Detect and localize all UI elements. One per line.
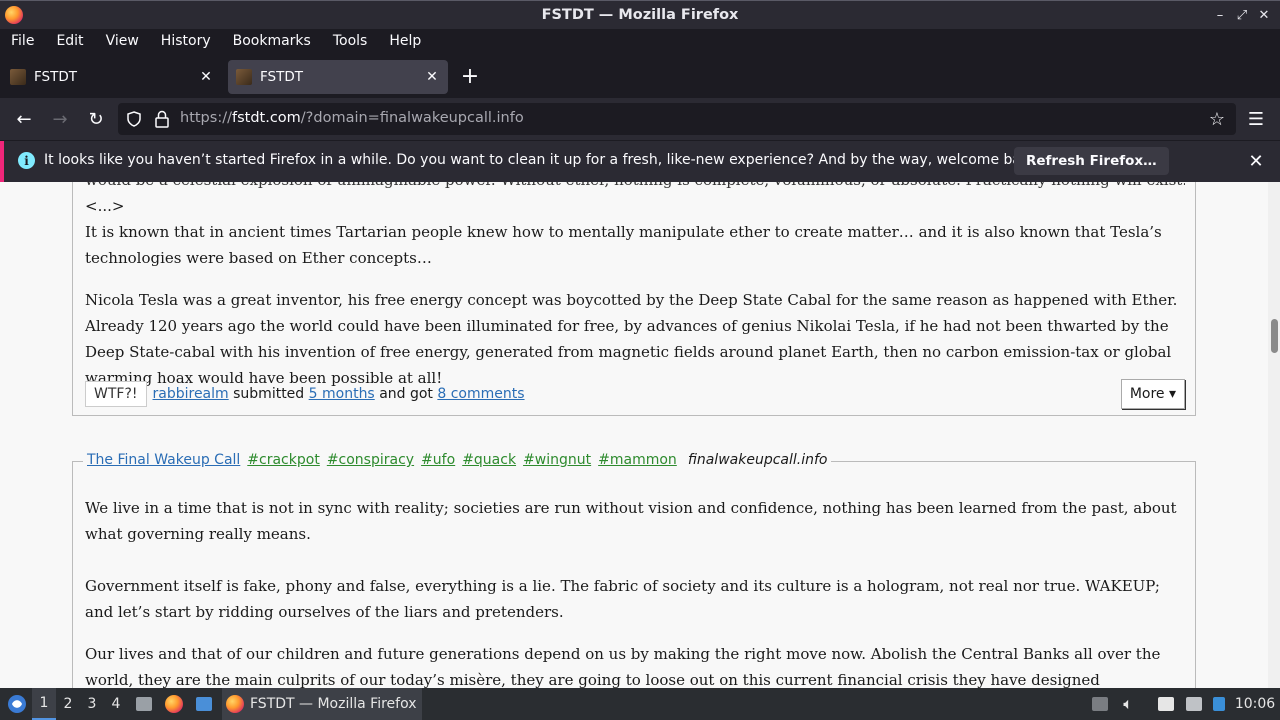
- start-menu-icon[interactable]: [4, 688, 30, 720]
- menu-help[interactable]: Help: [378, 33, 432, 49]
- close-notification-icon[interactable]: ✕: [1244, 149, 1268, 173]
- hamburger-menu-icon[interactable]: ☰: [1244, 107, 1268, 131]
- page-content: would be a celestial explosion of unimag…: [0, 182, 1268, 688]
- tab-2[interactable]: FSTDT ✕: [228, 60, 448, 94]
- workspace-2[interactable]: 2: [56, 688, 80, 720]
- tab-close-icon[interactable]: ✕: [196, 67, 216, 87]
- taskbar-firefox-task[interactable]: FSTDT — Mozilla Firefox: [222, 688, 422, 720]
- tab-close-icon[interactable]: ✕: [422, 67, 442, 87]
- url-bar[interactable]: https://fstdt.com/?domain=finalwakeupcal…: [118, 103, 1236, 135]
- post-paragraph: Our lives and that of our children and f…: [85, 645, 1161, 688]
- tray-indicator-icon[interactable]: [1090, 688, 1110, 720]
- menu-edit[interactable]: Edit: [45, 33, 94, 49]
- post-footer: WTF?! rabbirealm submitted 5 months and …: [85, 379, 525, 409]
- notification-icon[interactable]: [1210, 688, 1228, 720]
- post-paragraph: Nicola Tesla was a great inventor, his f…: [85, 291, 1178, 387]
- menu-view[interactable]: View: [95, 33, 150, 49]
- navigation-toolbar: ← → ↻ https://fstdt.com/?domain=finalwak…: [0, 98, 1280, 140]
- tab-strip: FSTDT ✕ FSTDT ✕: [0, 56, 1280, 98]
- info-icon: i: [18, 152, 35, 169]
- shield-icon[interactable]: [126, 111, 142, 127]
- clipboard-icon[interactable]: [1156, 688, 1176, 720]
- comments-link[interactable]: 8 comments: [437, 386, 524, 402]
- domain-label: finalwakeupcall.info: [687, 452, 828, 468]
- tag-link[interactable]: #ufo: [421, 452, 455, 468]
- and-got-text: and got: [379, 386, 433, 402]
- window-titlebar: FSTDT — Mozilla Firefox – ⤢ ✕: [0, 0, 1280, 29]
- task-label: FSTDT — Mozilla Firefox: [250, 696, 417, 712]
- display-icon[interactable]: [1184, 688, 1204, 720]
- reload-icon[interactable]: ↻: [84, 107, 108, 131]
- notification-message: It looks like you haven’t started Firefo…: [44, 152, 1043, 168]
- menu-tools[interactable]: Tools: [322, 33, 379, 49]
- post-ellipsis: <...>: [85, 197, 125, 215]
- post-card: The Final Wakeup Call #crackpot #conspir…: [72, 452, 1196, 688]
- menu-history[interactable]: History: [150, 33, 222, 49]
- site-link[interactable]: The Final Wakeup Call: [87, 452, 240, 468]
- url-text[interactable]: https://fstdt.com/?domain=finalwakeupcal…: [180, 110, 524, 126]
- file-manager-icon[interactable]: [134, 688, 154, 720]
- tab-1[interactable]: FSTDT ✕: [2, 60, 222, 94]
- maximize-icon[interactable]: ⤢: [1234, 7, 1250, 23]
- tab-title: FSTDT: [260, 69, 303, 85]
- tag-link[interactable]: #mammon: [598, 452, 677, 468]
- refresh-firefox-button[interactable]: Refresh Firefox…: [1014, 147, 1169, 175]
- notification-accent: [0, 141, 4, 183]
- terminal-icon[interactable]: [194, 688, 214, 720]
- firefox-launcher-icon[interactable]: [164, 688, 184, 720]
- bookmark-star-icon[interactable]: ☆: [1205, 107, 1229, 131]
- menu-bookmarks[interactable]: Bookmarks: [222, 33, 322, 49]
- workspace-3[interactable]: 3: [80, 688, 104, 720]
- tab-title: FSTDT: [34, 69, 77, 85]
- menubar: File Edit View History Bookmarks Tools H…: [0, 29, 1280, 53]
- new-tab-icon[interactable]: +: [458, 64, 482, 89]
- close-window-icon[interactable]: ✕: [1256, 7, 1272, 23]
- firefox-logo-icon: [5, 6, 23, 24]
- tag-link[interactable]: #crackpot: [247, 452, 320, 468]
- post-text-cut: would be a celestial explosion of unimag…: [85, 182, 1185, 193]
- time-link[interactable]: 5 months: [309, 386, 375, 402]
- tag-link[interactable]: #quack: [462, 452, 516, 468]
- volume-icon[interactable]: 🔈︎: [1118, 688, 1138, 720]
- post-paragraph: Government itself is fake, phony and fal…: [85, 577, 1160, 621]
- user-link[interactable]: rabbirealm: [153, 386, 229, 402]
- forward-icon[interactable]: →: [48, 107, 72, 131]
- site-favicon-icon: [10, 69, 26, 85]
- window-title: FSTDT — Mozilla Firefox: [541, 7, 739, 23]
- post-header: The Final Wakeup Call #crackpot #conspir…: [83, 452, 832, 468]
- more-button[interactable]: More ▾: [1120, 379, 1185, 409]
- tag-link[interactable]: #wingnut: [523, 452, 591, 468]
- firefox-icon: [226, 695, 244, 713]
- minimize-icon[interactable]: –: [1212, 7, 1228, 23]
- wtf-button[interactable]: WTF?!: [85, 381, 147, 407]
- scrollbar-thumb[interactable]: [1271, 319, 1278, 353]
- post-paragraph: It is known that in ancient times Tartar…: [85, 223, 1162, 267]
- menu-file[interactable]: File: [0, 33, 45, 49]
- taskbar: 1 2 3 4 FSTDT — Mozilla Firefox 🔈︎ 10:06: [0, 688, 1280, 720]
- clock[interactable]: 10:06: [1234, 688, 1276, 720]
- workspace-4[interactable]: 4: [104, 688, 128, 720]
- page-scrollbar[interactable]: [1268, 182, 1280, 688]
- site-favicon-icon: [236, 69, 252, 85]
- back-icon[interactable]: ←: [12, 107, 36, 131]
- post-paragraph: We live in a time that is not in sync wi…: [85, 499, 1177, 543]
- notification-bar: i It looks like you haven’t started Fire…: [0, 140, 1280, 183]
- submitted-text: submitted: [233, 386, 305, 402]
- workspace-1[interactable]: 1: [32, 688, 56, 720]
- lock-icon[interactable]: [154, 110, 170, 128]
- post-card: would be a celestial explosion of unimag…: [72, 182, 1196, 416]
- tag-link[interactable]: #conspiracy: [327, 452, 414, 468]
